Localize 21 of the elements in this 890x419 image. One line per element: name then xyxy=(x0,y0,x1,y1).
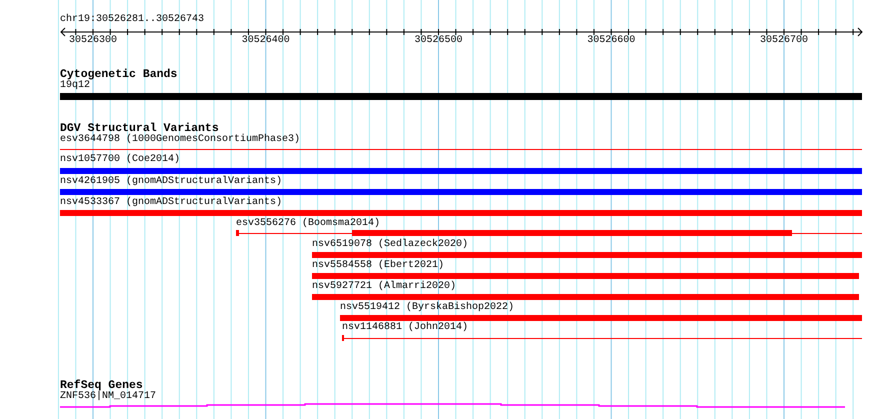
tick-label: 30526400 xyxy=(242,35,290,47)
feature-label: nsv4261905 (gnomADStructuralVariants) xyxy=(60,176,282,188)
feature-label: nsv4533367 (gnomADStructuralVariants) xyxy=(60,197,282,209)
feature-label: nsv6519078 (Sedlazeck2020) xyxy=(312,239,468,251)
feature-label: nsv1057700 (Coe2014) xyxy=(60,154,180,166)
feature-label: nsv5584558 (Ebert2021) xyxy=(312,260,444,272)
track-title: RefSeq Genes xyxy=(60,379,143,392)
feature-label: nsv5927721 (Almarri2020) xyxy=(312,281,456,293)
track-title: Cytogenetic Bands xyxy=(60,68,178,81)
feature-label: esv3556276 (Boomsma2014) xyxy=(236,218,380,230)
feature-label: 19q12 xyxy=(60,80,90,92)
tick-label: 30526300 xyxy=(69,35,117,47)
feature-label: ZNF536|NM_014717 xyxy=(60,391,156,403)
feature-label: esv3644798 (1000GenomesConsortiumPhase3) xyxy=(60,134,300,146)
feature-label: nsv5519412 (ByrskaBishop2022) xyxy=(340,302,514,314)
tick-label: 30526700 xyxy=(760,35,808,47)
feature-label: nsv1146881 (John2014) xyxy=(342,322,468,334)
tick-label: 30526600 xyxy=(587,35,636,47)
track-title: DGV Structural Variants xyxy=(60,122,219,135)
range-label: chr19:30526281..30526743 xyxy=(60,14,204,26)
tick-label: 30526500 xyxy=(414,35,462,47)
